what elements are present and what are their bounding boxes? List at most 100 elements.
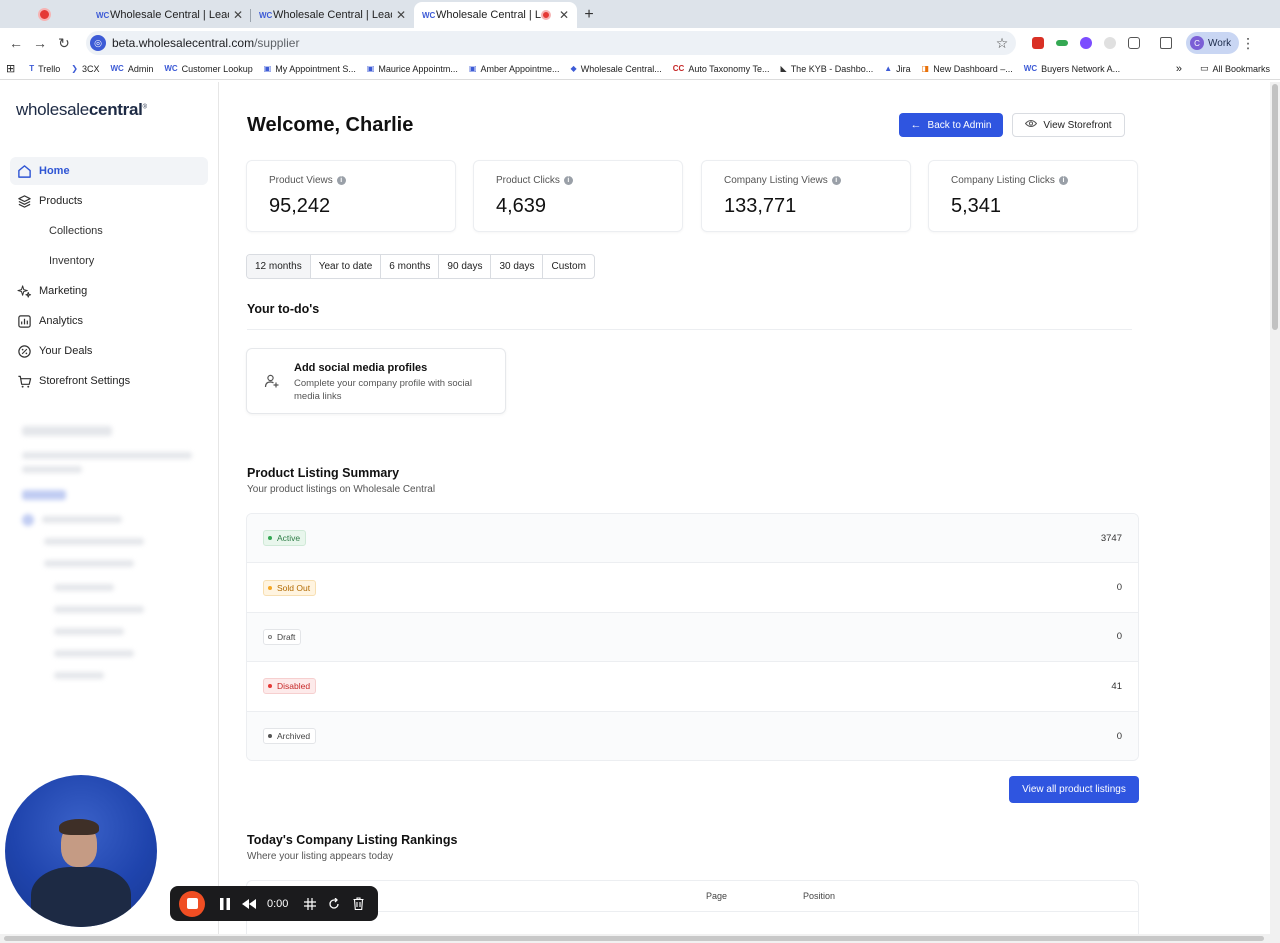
info-icon[interactable]: i (336, 176, 346, 185)
main-content: Welcome, Charlie ← Back to Admin View St… (219, 82, 1270, 943)
grid-icon[interactable] (298, 892, 322, 916)
more-menu-icon[interactable]: ⋮ (1239, 35, 1257, 52)
pause-icon[interactable] (213, 892, 237, 916)
rankings-subtitle: Where your listing appears today (247, 851, 394, 862)
summary-row-active[interactable]: Active 3747 (247, 514, 1138, 564)
bookmark-item[interactable]: WC Admin (111, 64, 154, 74)
bookmark-item[interactable]: ▲ Jira (884, 64, 910, 74)
status-count: 3747 (1100, 532, 1122, 544)
info-icon[interactable]: i (1058, 176, 1068, 185)
all-bookmarks-link[interactable]: All Bookmarks (1212, 64, 1270, 74)
sidebar-item-analytics[interactable]: Analytics (10, 307, 208, 335)
browser-tab[interactable]: WC Wholesale Central | Leading S ✕ (88, 2, 251, 28)
bookmarks-overflow-icon[interactable]: » (1176, 63, 1182, 75)
wholesale-central-favicon-icon: WC (422, 10, 436, 20)
profile-chip[interactable]: C Work (1186, 32, 1240, 54)
rewind-icon[interactable] (237, 892, 261, 916)
listing-summary-subtitle: Your product listings on Wholesale Centr… (247, 484, 436, 495)
horizontal-scrollbar[interactable] (0, 934, 1270, 943)
site-info-icon[interactable]: ◎ (90, 35, 106, 51)
apps-grid-icon[interactable]: ⊞ (6, 62, 15, 75)
address-bar[interactable]: ◎ beta.wholesalecentral.com/supplier ☆ (86, 31, 1016, 55)
todo-card-social-media[interactable]: Add social media profiles Complete your … (246, 348, 506, 414)
sidebar-item-home[interactable]: Home (10, 157, 208, 185)
range-6-months[interactable]: 6 months (381, 255, 440, 278)
range-30-days[interactable]: 30 days (491, 255, 544, 278)
date-range-selector: 12 months Year to date 6 months 90 days … (246, 254, 595, 279)
summary-row-disabled[interactable]: Disabled 41 (247, 662, 1138, 712)
wholesale-central-logo[interactable]: wholesalecentral® (16, 100, 147, 120)
extensions-puzzle-icon[interactable] (1122, 35, 1146, 51)
recording-indicator (0, 0, 88, 28)
info-icon[interactable]: i (831, 176, 841, 185)
bookmark-item[interactable]: WC Customer Lookup (164, 64, 252, 74)
back-arrow-icon[interactable]: ← (4, 35, 28, 51)
summary-row-sold-out[interactable]: Sold Out 0 (247, 563, 1138, 613)
close-icon[interactable]: ✕ (233, 8, 243, 22)
view-storefront-button[interactable]: View Storefront (1012, 113, 1125, 137)
range-12-months[interactable]: 12 months (247, 255, 311, 278)
sidebar-item-storefront-settings[interactable]: Storefront Settings (10, 367, 208, 395)
back-to-admin-button[interactable]: ← Back to Admin (899, 113, 1003, 137)
bookmark-item[interactable]: ▣ My Appointment S... (264, 64, 356, 74)
extension-icon[interactable] (1074, 35, 1098, 51)
extension-icon[interactable] (1026, 35, 1050, 51)
stop-icon (186, 898, 198, 909)
sidebar-item-inventory[interactable]: Inventory (10, 247, 208, 275)
summary-row-draft[interactable]: Draft 0 (247, 612, 1138, 663)
webcam-bubble[interactable] (5, 775, 157, 927)
recorder-controls: 0:00 (170, 886, 378, 921)
stop-recording-button[interactable] (179, 890, 205, 917)
bookmark-item[interactable]: ◆ Wholesale Central... (571, 64, 662, 74)
bookmark-item[interactable]: ▣ Amber Appointme... (469, 64, 560, 74)
stat-value: 4,639 (496, 195, 547, 217)
cart-icon (16, 373, 32, 389)
close-icon[interactable]: ✕ (559, 8, 569, 22)
extension-icon[interactable] (1098, 35, 1122, 51)
sidebar-item-marketing[interactable]: Marketing (10, 277, 208, 305)
profile-avatar: C (1190, 36, 1204, 50)
status-badge: Disabled (263, 678, 317, 695)
range-90-days[interactable]: 90 days (439, 255, 492, 278)
forward-arrow-icon[interactable]: → (28, 35, 52, 51)
bookmark-item[interactable]: ▣ Maurice Appointm... (367, 64, 458, 74)
status-badge: Archived (263, 728, 317, 745)
folder-icon: ▭ (1199, 63, 1209, 73)
range-year-to-date[interactable]: Year to date (311, 255, 382, 278)
bookmark-item[interactable]: ◣ The KYB - Dashbo... (781, 64, 874, 74)
extension-icon[interactable] (1050, 35, 1074, 51)
wholesale-central-favicon-icon: WC (96, 10, 110, 20)
info-icon[interactable]: i (563, 176, 573, 185)
trash-icon[interactable] (346, 892, 370, 916)
sidebar-item-collections[interactable]: Collections (10, 217, 208, 245)
browser-tab-active[interactable]: WC Wholesale Central | Leadi ✕ (414, 2, 577, 28)
view-all-listings-button[interactable]: View all product listings (1009, 776, 1139, 803)
todo-title: Add social media profiles (294, 362, 428, 374)
bookmark-item[interactable]: T Trello (29, 64, 60, 74)
bookmark-item[interactable]: ❯ 3CX (71, 64, 99, 74)
column-header-position[interactable]: Position (803, 891, 835, 901)
add-user-icon (264, 373, 280, 389)
new-tab-button[interactable]: + (577, 2, 601, 28)
reload-icon[interactable]: ↻ (52, 35, 76, 52)
chart-icon (16, 313, 32, 329)
range-custom[interactable]: Custom (543, 255, 593, 278)
browser-tab[interactable]: WC Wholesale Central | Leading S ✕ (251, 2, 414, 28)
tab-search-icon[interactable] (1154, 35, 1178, 51)
url-text[interactable]: beta.wholesalecentral.com/supplier (112, 36, 988, 50)
vertical-scrollbar[interactable] (1270, 82, 1280, 943)
bookmark-item[interactable]: WC Buyers Network A... (1024, 64, 1120, 74)
status-count: 0 (1116, 582, 1122, 594)
bookmark-item[interactable]: ◨ New Dashboard –... (922, 64, 1013, 74)
sparkle-icon (16, 283, 32, 299)
stat-value: 5,341 (951, 195, 1002, 217)
sidebar-item-your-deals[interactable]: Your Deals (10, 337, 208, 365)
bookmark-star-icon[interactable]: ☆ (988, 35, 1016, 52)
restart-icon[interactable] (322, 892, 346, 916)
close-icon[interactable]: ✕ (396, 8, 406, 22)
status-count: 41 (1111, 680, 1122, 692)
bookmark-item[interactable]: CC Auto Taxonomy Te... (673, 64, 770, 74)
summary-row-archived[interactable]: Archived 0 (247, 711, 1138, 760)
sidebar-item-products[interactable]: Products (10, 187, 208, 215)
column-header-page[interactable]: Page (706, 891, 727, 901)
